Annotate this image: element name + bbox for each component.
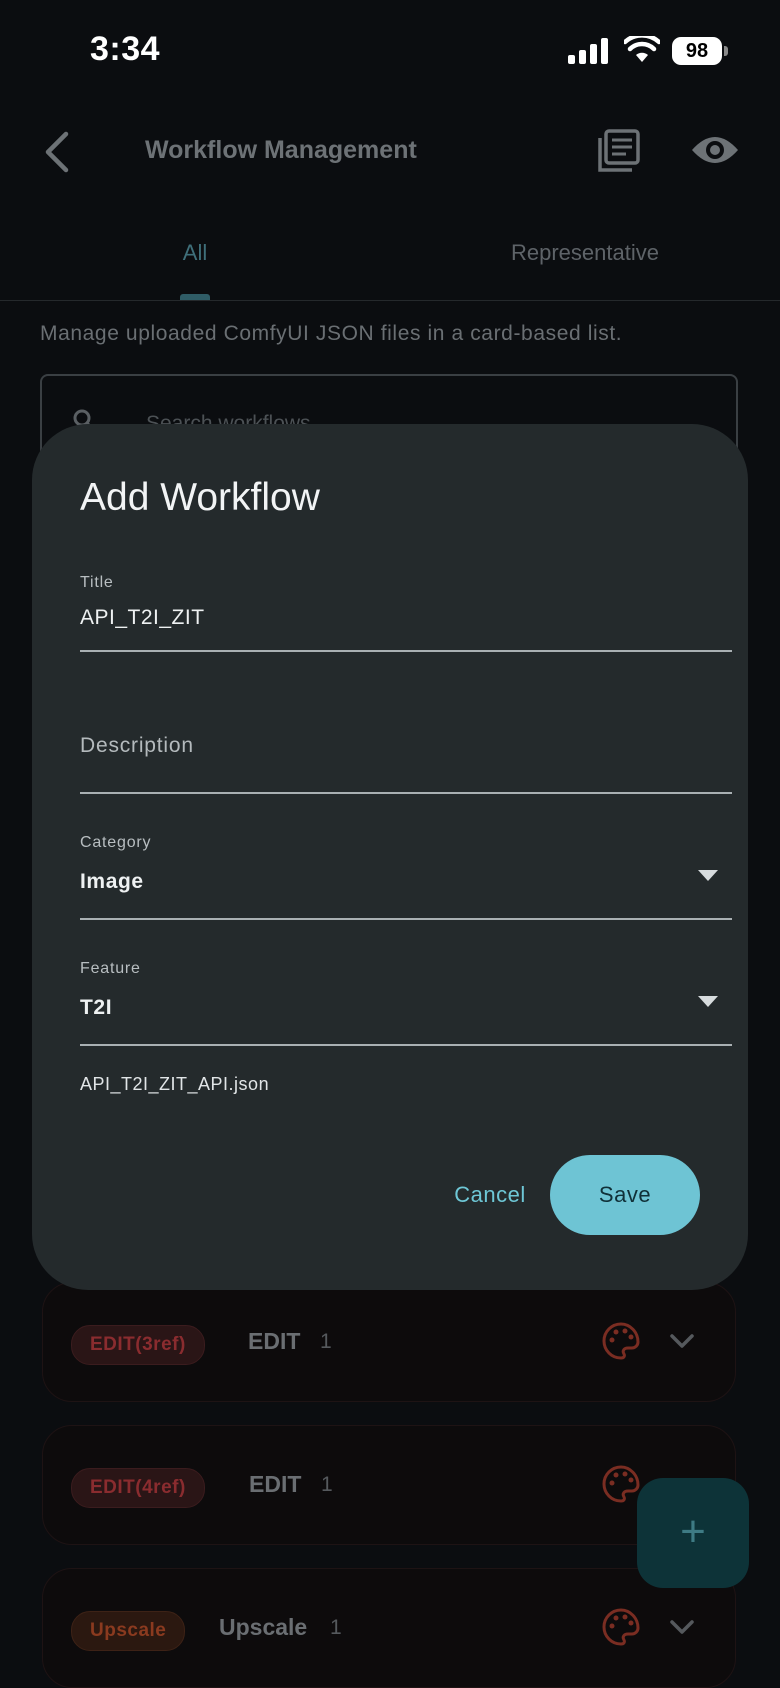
- card-count: 1: [330, 1616, 342, 1639]
- card-title: EDIT: [249, 1471, 302, 1497]
- tab-indicator: [180, 294, 210, 300]
- category-badge: Upscale: [71, 1611, 186, 1651]
- workflow-card[interactable]: Upscale Upscale 1: [42, 1568, 736, 1688]
- feature-field-label: Feature: [80, 960, 141, 977]
- title-field[interactable]: Title API_T2I_ZIT: [80, 564, 732, 652]
- workflow-card[interactable]: EDIT(3ref) EDIT 1: [42, 1282, 736, 1402]
- tab-all[interactable]: All: [0, 240, 390, 266]
- palette-icon[interactable]: [601, 1607, 641, 1647]
- add-workflow-fab[interactable]: +: [637, 1478, 749, 1588]
- category-badge: EDIT(4ref): [71, 1468, 205, 1508]
- eye-icon[interactable]: [690, 132, 740, 168]
- description-field-placeholder: Description: [80, 734, 194, 757]
- description-field[interactable]: Description: [80, 674, 732, 794]
- dropdown-arrow-icon: [698, 870, 718, 881]
- cancel-button[interactable]: Cancel: [434, 1163, 546, 1227]
- library-icon[interactable]: [596, 128, 642, 174]
- battery-level: 98: [672, 37, 722, 65]
- battery-cap: [724, 46, 728, 56]
- feature-field-value: T2I: [80, 996, 113, 1019]
- category-dropdown[interactable]: Category Image: [80, 814, 732, 920]
- category-badge: EDIT(3ref): [71, 1325, 205, 1365]
- card-count: 1: [320, 1330, 332, 1353]
- wifi-icon: [624, 36, 660, 62]
- add-workflow-dialog: Add Workflow Title API_T2I_ZIT Descripti…: [32, 424, 748, 1290]
- card-title: Upscale: [219, 1614, 308, 1640]
- palette-icon[interactable]: [601, 1464, 641, 1504]
- signal-icon: [568, 38, 608, 64]
- app-bar: Workflow Management: [0, 100, 780, 200]
- tab-representative[interactable]: Representative: [390, 240, 780, 266]
- feature-dropdown[interactable]: Feature T2I: [80, 940, 732, 1046]
- dialog-title: Add Workflow: [80, 476, 320, 519]
- workflow-card[interactable]: EDIT(4ref) EDIT 1: [42, 1425, 736, 1545]
- page-title: Workflow Management: [145, 136, 417, 164]
- category-field-label: Category: [80, 834, 152, 851]
- status-time: 3:34: [90, 30, 161, 68]
- plus-icon: +: [680, 1507, 706, 1556]
- status-bar: 3:34 98: [0, 0, 780, 100]
- title-field-label: Title: [80, 574, 114, 591]
- page-description: Manage uploaded ComfyUI JSON files in a …: [40, 322, 623, 345]
- chevron-down-icon[interactable]: [669, 1331, 695, 1351]
- save-button[interactable]: Save: [550, 1155, 700, 1235]
- dropdown-arrow-icon: [698, 996, 718, 1007]
- back-icon[interactable]: [40, 130, 74, 174]
- tab-bar: All Representative: [0, 210, 780, 301]
- screen: 3:34 98 Workflow Management All Represen…: [0, 0, 780, 1688]
- selected-file-name: API_T2I_ZIT_API.json: [80, 1074, 270, 1094]
- palette-icon[interactable]: [601, 1321, 641, 1361]
- battery-icon: 98: [672, 37, 728, 65]
- title-field-value: API_T2I_ZIT: [80, 606, 205, 629]
- card-title: EDIT: [248, 1328, 301, 1354]
- chevron-down-icon[interactable]: [669, 1617, 695, 1637]
- card-count: 1: [321, 1473, 333, 1496]
- category-field-value: Image: [80, 870, 144, 893]
